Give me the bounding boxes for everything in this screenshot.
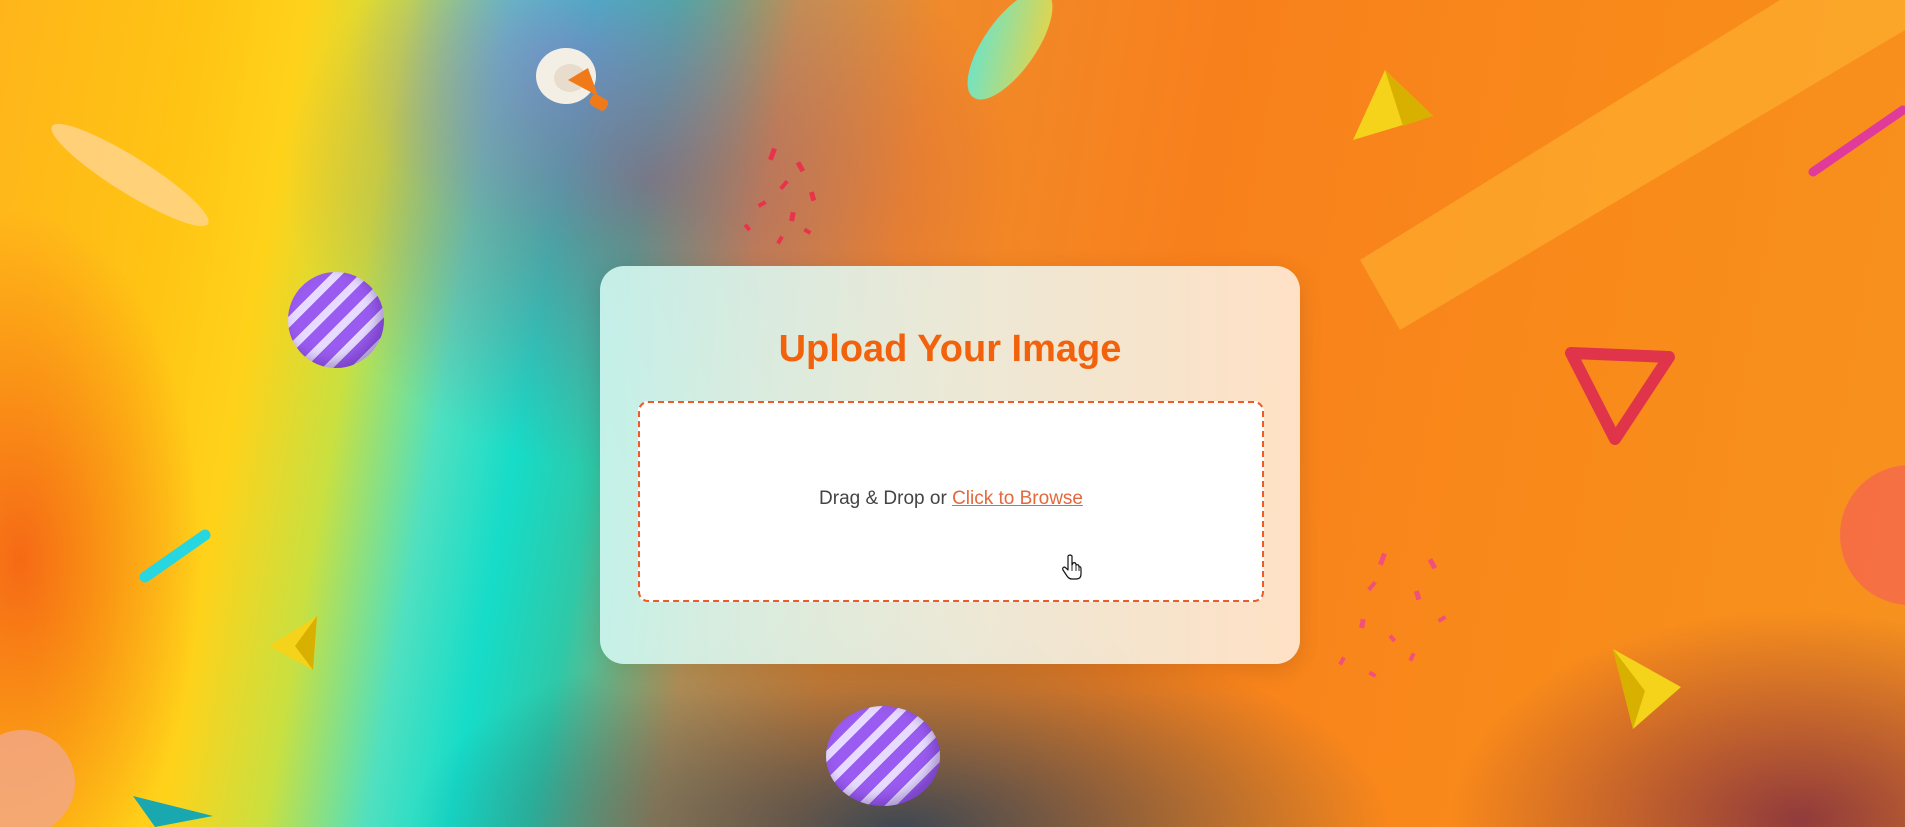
circle-decoration xyxy=(1840,465,1905,605)
megaphone-icon xyxy=(536,48,609,111)
light-stripe xyxy=(1360,0,1905,330)
drop-zone[interactable]: Drag & Drop or Click to Browse xyxy=(638,401,1264,602)
drop-instructions: Drag & Drop or Click to Browse xyxy=(640,488,1262,510)
browse-link[interactable]: Click to Browse xyxy=(952,488,1083,509)
striped-ball-icon xyxy=(288,272,384,368)
drop-prefix-text: Drag & Drop or xyxy=(819,488,953,509)
confetti-icon xyxy=(1338,552,1447,678)
capsule-icon xyxy=(967,0,1053,100)
triangle-icon xyxy=(269,616,317,670)
circle-decoration xyxy=(0,730,75,827)
hand-cursor-icon xyxy=(1062,554,1082,580)
triangle-icon xyxy=(1613,649,1681,729)
capsule-icon xyxy=(51,123,209,227)
page-title: Upload Your Image xyxy=(778,328,1122,370)
striped-ball-icon xyxy=(826,706,940,806)
triangle-icon xyxy=(133,796,213,827)
triangle-icon xyxy=(1565,347,1675,445)
upload-card: Upload Your Image Drag & Drop or Click t… xyxy=(600,266,1300,664)
capsule-icon xyxy=(139,529,211,583)
